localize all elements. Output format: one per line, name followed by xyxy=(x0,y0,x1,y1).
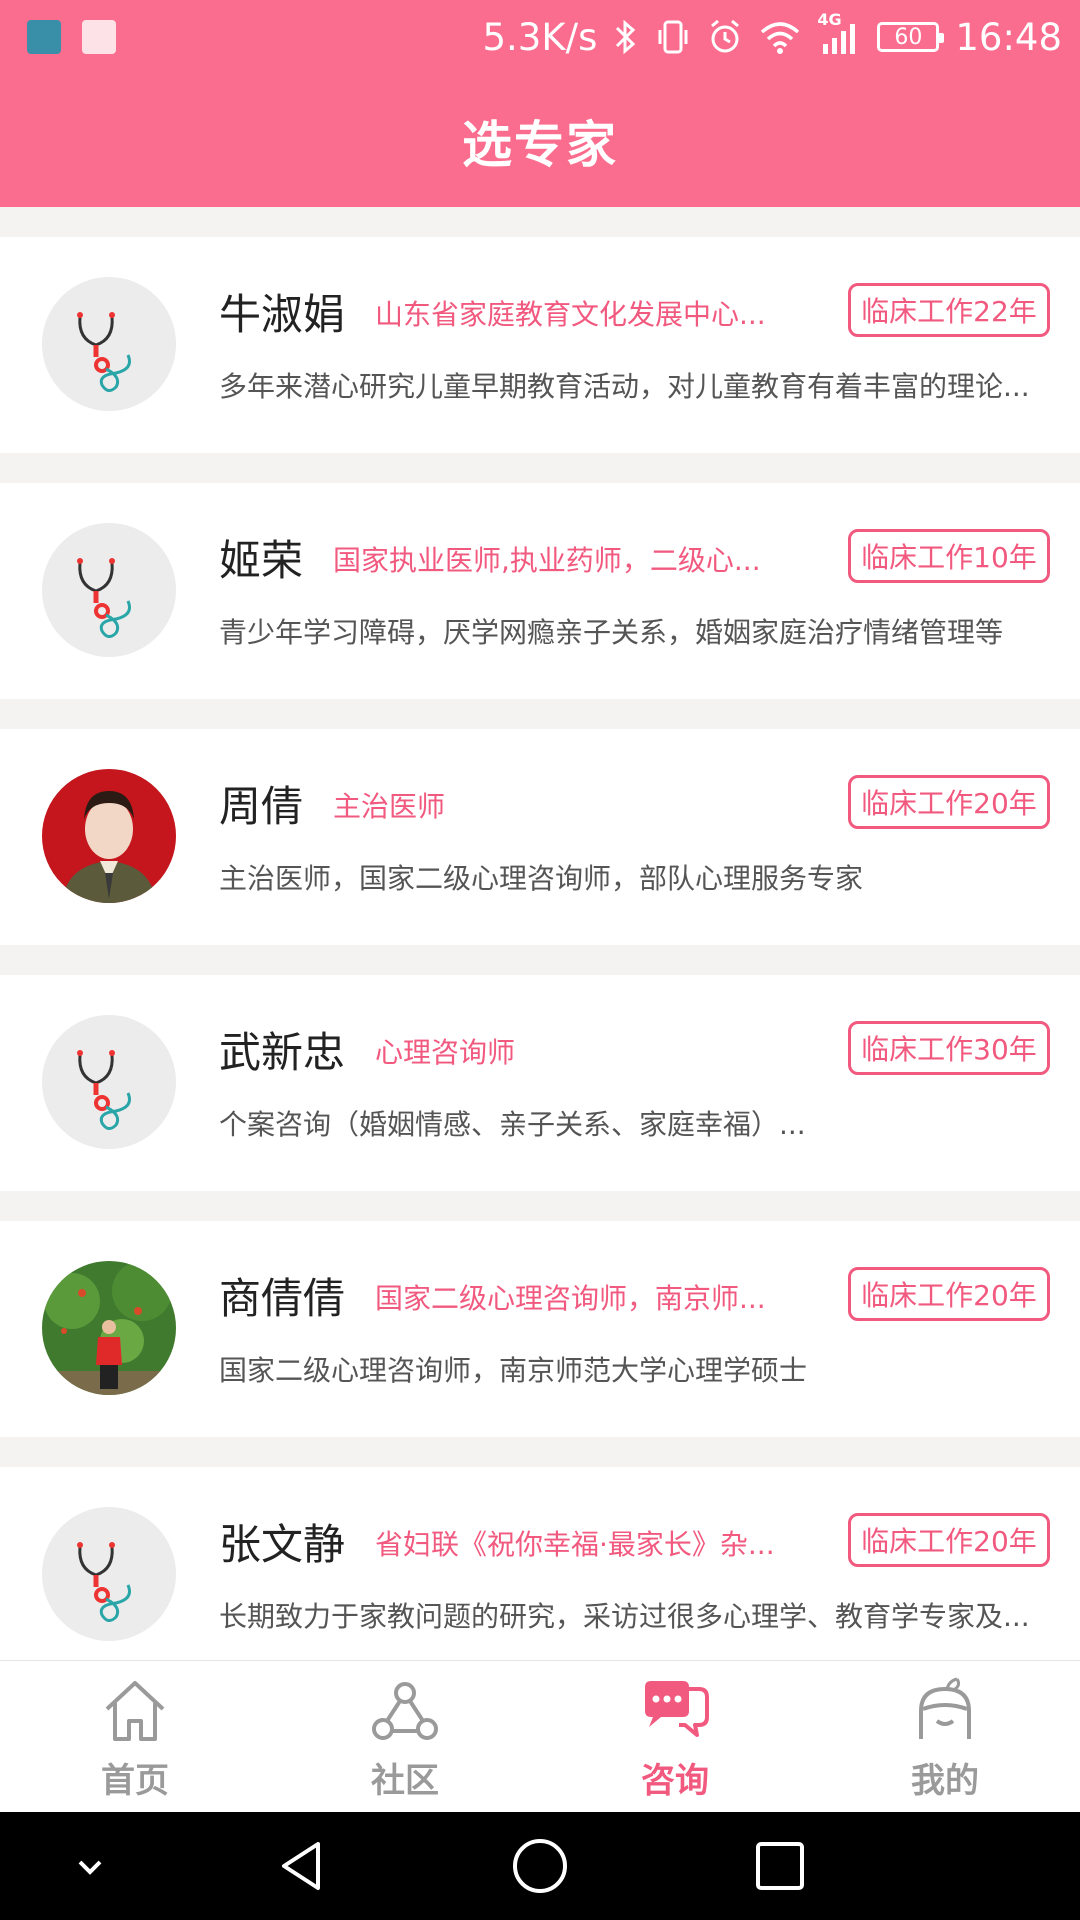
tab-community-label: 社区 xyxy=(371,1761,439,1801)
expert-description: 青少年学习障碍，厌学网瘾亲子关系，婚姻家庭治疗情绪管理等 xyxy=(219,616,1004,649)
battery-icon: 60 xyxy=(877,22,945,52)
expert-description: 个案咨询（婚姻情感、亲子关系、家庭幸福）... xyxy=(219,1108,806,1141)
experience-badge: 临床工作22年 xyxy=(848,283,1050,337)
chat-icon xyxy=(645,1681,709,1737)
chevron-down-icon[interactable] xyxy=(60,1836,120,1896)
stethoscope-icon xyxy=(42,1507,176,1641)
expert-description: 多年来潜心研究儿童早期教育活动，对儿童教育有着丰富的理论... xyxy=(219,370,1030,403)
expert-title: 心理咨询师 xyxy=(375,1036,516,1069)
page-title: 选专家 xyxy=(462,116,618,174)
network-type-label: 4G xyxy=(817,10,842,29)
wifi-icon xyxy=(759,18,801,56)
experience-badge: 临床工作30年 xyxy=(848,1021,1050,1075)
back-icon[interactable] xyxy=(272,1836,332,1896)
expert-description: 主治医师，国家二级心理咨询师，部队心理服务专家 xyxy=(219,862,864,895)
expert-name: 牛淑娟 xyxy=(219,290,346,339)
recents-icon[interactable] xyxy=(750,1836,810,1896)
portrait-photo xyxy=(42,769,176,903)
community-icon xyxy=(372,1682,438,1740)
stethoscope-icon xyxy=(42,277,176,411)
expert-avatar xyxy=(42,523,176,657)
tab-consult-label: 咨询 xyxy=(641,1761,709,1801)
battery-level: 60 xyxy=(894,24,923,50)
expert-title: 省妇联《祝你幸福·最家长》杂... xyxy=(375,1528,775,1561)
bluetooth-icon xyxy=(613,18,639,56)
clock: 16:48 xyxy=(955,15,1062,59)
expert-description: 国家二级心理咨询师，南京师范大学心理学硕士 xyxy=(219,1354,808,1387)
expert-card[interactable]: 周倩 主治医师 临床工作20年 主治医师，国家二级心理咨询师，部队心理服务专家 xyxy=(0,729,1080,945)
bottom-tab-bar: 首页 社区 咨询 我的 xyxy=(0,1660,1080,1812)
expert-card[interactable]: 姬荣 国家执业医师,执业药师，二级心... 临床工作10年 青少年学习障碍，厌学… xyxy=(0,483,1080,699)
alarm-icon xyxy=(707,18,743,56)
top-header: 5.3K/s 4G 60 16:48 选专家 xyxy=(0,0,1080,207)
experience-badge: 临床工作20年 xyxy=(848,775,1050,829)
expert-avatar xyxy=(42,1015,176,1149)
home-circle-icon[interactable] xyxy=(510,1836,570,1896)
vibrate-icon xyxy=(655,18,691,56)
experience-badge: 临床工作20年 xyxy=(848,1267,1050,1321)
expert-card[interactable]: 商倩倩 国家二级心理咨询师，南京师... 临床工作20年 国家二级心理咨询师，南… xyxy=(0,1221,1080,1437)
tab-home[interactable]: 首页 xyxy=(0,1661,270,1813)
stethoscope-icon xyxy=(42,523,176,657)
expert-name: 武新忠 xyxy=(219,1028,346,1077)
expert-title: 山东省家庭教育文化发展中心... xyxy=(375,298,766,331)
app-notification-icon xyxy=(27,20,61,54)
network-speed: 5.3K/s xyxy=(482,15,598,59)
status-bar: 5.3K/s 4G 60 16:48 xyxy=(0,0,1080,75)
expert-list[interactable]: 牛淑娟 山东省家庭教育文化发展中心... 临床工作22年 多年来潜心研究儿童早期… xyxy=(0,207,1080,1660)
expert-name: 姬荣 xyxy=(219,536,304,585)
expert-avatar xyxy=(42,1261,176,1395)
cellular-signal-icon: 4G xyxy=(817,10,861,56)
expert-avatar xyxy=(42,1507,176,1641)
expert-name: 商倩倩 xyxy=(219,1274,346,1323)
expert-title: 主治医师 xyxy=(333,790,446,823)
expert-title: 国家二级心理咨询师，南京师... xyxy=(375,1282,766,1315)
tab-community[interactable]: 社区 xyxy=(270,1661,540,1813)
expert-card[interactable]: 牛淑娟 山东省家庭教育文化发展中心... 临床工作22年 多年来潜心研究儿童早期… xyxy=(0,237,1080,453)
health-app-notification-icon xyxy=(82,20,116,54)
expert-name: 周倩 xyxy=(219,782,304,831)
system-navigation-bar xyxy=(0,1812,1080,1920)
tab-home-label: 首页 xyxy=(101,1761,169,1801)
stethoscope-icon xyxy=(42,1015,176,1149)
expert-avatar xyxy=(42,277,176,411)
expert-avatar xyxy=(42,769,176,903)
tab-profile-label: 我的 xyxy=(911,1761,979,1801)
home-icon xyxy=(105,1681,165,1741)
tab-profile[interactable]: 我的 xyxy=(810,1661,1080,1813)
experience-badge: 临床工作10年 xyxy=(848,529,1050,583)
experience-badge: 临床工作20年 xyxy=(848,1513,1050,1567)
profile-icon xyxy=(919,1677,971,1739)
tab-consult[interactable]: 咨询 xyxy=(540,1661,810,1813)
expert-name: 张文静 xyxy=(219,1520,346,1569)
expert-card[interactable]: 武新忠 心理咨询师 临床工作30年 个案咨询（婚姻情感、亲子关系、家庭幸福）..… xyxy=(0,975,1080,1191)
expert-description: 长期致力于家教问题的研究，采访过很多心理学、教育学专家及... xyxy=(219,1600,1030,1633)
expert-title: 国家执业医师,执业药师，二级心... xyxy=(333,544,761,577)
expert-card[interactable]: 张文静 省妇联《祝你幸福·最家长》杂... 临床工作20年 长期致力于家教问题的… xyxy=(0,1467,1080,1660)
outdoor-photo xyxy=(42,1261,176,1395)
